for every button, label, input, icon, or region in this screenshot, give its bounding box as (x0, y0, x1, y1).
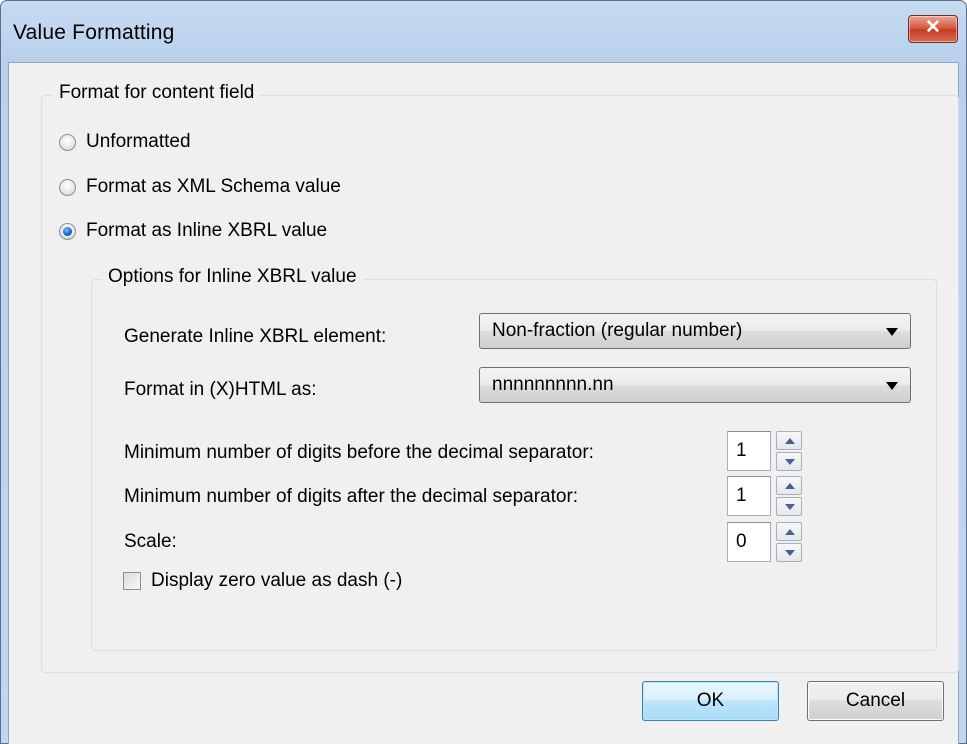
scale-label: Scale: (124, 531, 177, 552)
format-html-label: Format in (X)HTML as: (124, 379, 317, 400)
radio-xml-schema[interactable]: Format as XML Schema value (59, 174, 341, 200)
min-before-up-button[interactable] (776, 431, 802, 450)
min-before-label: Minimum number of digits before the deci… (124, 442, 594, 463)
radio-unformatted[interactable]: Unformatted (59, 129, 191, 155)
arrow-down-icon (785, 504, 795, 510)
cancel-button[interactable]: Cancel (807, 681, 944, 721)
scale-input[interactable]: 0 (727, 522, 771, 562)
dialog-body: Format for content field Unformatted For… (8, 62, 959, 744)
min-after-label: Minimum number of digits after the decim… (124, 486, 579, 507)
close-button[interactable]: ✕ (908, 15, 958, 43)
arrow-up-icon (785, 483, 795, 489)
min-after-input[interactable]: 1 (727, 476, 771, 516)
scale-down-button[interactable] (776, 543, 802, 562)
radio-inline-xbrl-label[interactable]: Format as Inline XBRL value (86, 220, 327, 242)
title-bar[interactable]: Value Formatting ✕ (1, 1, 966, 63)
format-html-value: nnnnnnnnn.nn (492, 374, 614, 395)
dialog-title: Value Formatting (13, 21, 175, 44)
chevron-down-icon (886, 328, 898, 336)
format-group-legend: Format for content field (53, 82, 261, 104)
radio-unformatted-label[interactable]: Unformatted (86, 131, 191, 153)
close-icon: ✕ (925, 17, 941, 38)
radio-inline-xbrl[interactable]: Format as Inline XBRL value (59, 218, 327, 244)
min-after-up-button[interactable] (776, 476, 802, 495)
generate-element-value: Non-fraction (regular number) (492, 320, 743, 341)
min-before-stepper[interactable] (776, 431, 802, 471)
radio-xml-schema-label[interactable]: Format as XML Schema value (86, 176, 341, 198)
arrow-down-icon (785, 550, 795, 556)
min-before-input[interactable]: 1 (727, 431, 771, 471)
xbrl-group-legend: Options for Inline XBRL value (102, 266, 363, 288)
scale-up-button[interactable] (776, 522, 802, 541)
format-html-select[interactable]: nnnnnnnnn.nn (479, 367, 911, 403)
ok-button[interactable]: OK (642, 681, 779, 721)
scale-stepper[interactable] (776, 522, 802, 562)
display-zero-dash-option[interactable]: Display zero value as dash (-) (123, 569, 402, 593)
display-zero-dash-checkbox[interactable] (123, 572, 141, 590)
min-before-down-button[interactable] (776, 452, 802, 471)
arrow-down-icon (785, 459, 795, 465)
generate-element-label: Generate Inline XBRL element: (124, 326, 387, 347)
min-after-down-button[interactable] (776, 497, 802, 516)
generate-element-select[interactable]: Non-fraction (regular number) (479, 313, 911, 349)
min-after-stepper[interactable] (776, 476, 802, 516)
radio-xml-schema-circle[interactable] (59, 178, 76, 196)
radio-inline-xbrl-circle[interactable] (59, 222, 76, 240)
display-zero-dash-label[interactable]: Display zero value as dash (-) (151, 570, 402, 592)
chevron-down-icon (886, 382, 898, 390)
radio-unformatted-circle[interactable] (59, 133, 76, 151)
arrow-up-icon (785, 529, 795, 535)
arrow-up-icon (785, 438, 795, 444)
